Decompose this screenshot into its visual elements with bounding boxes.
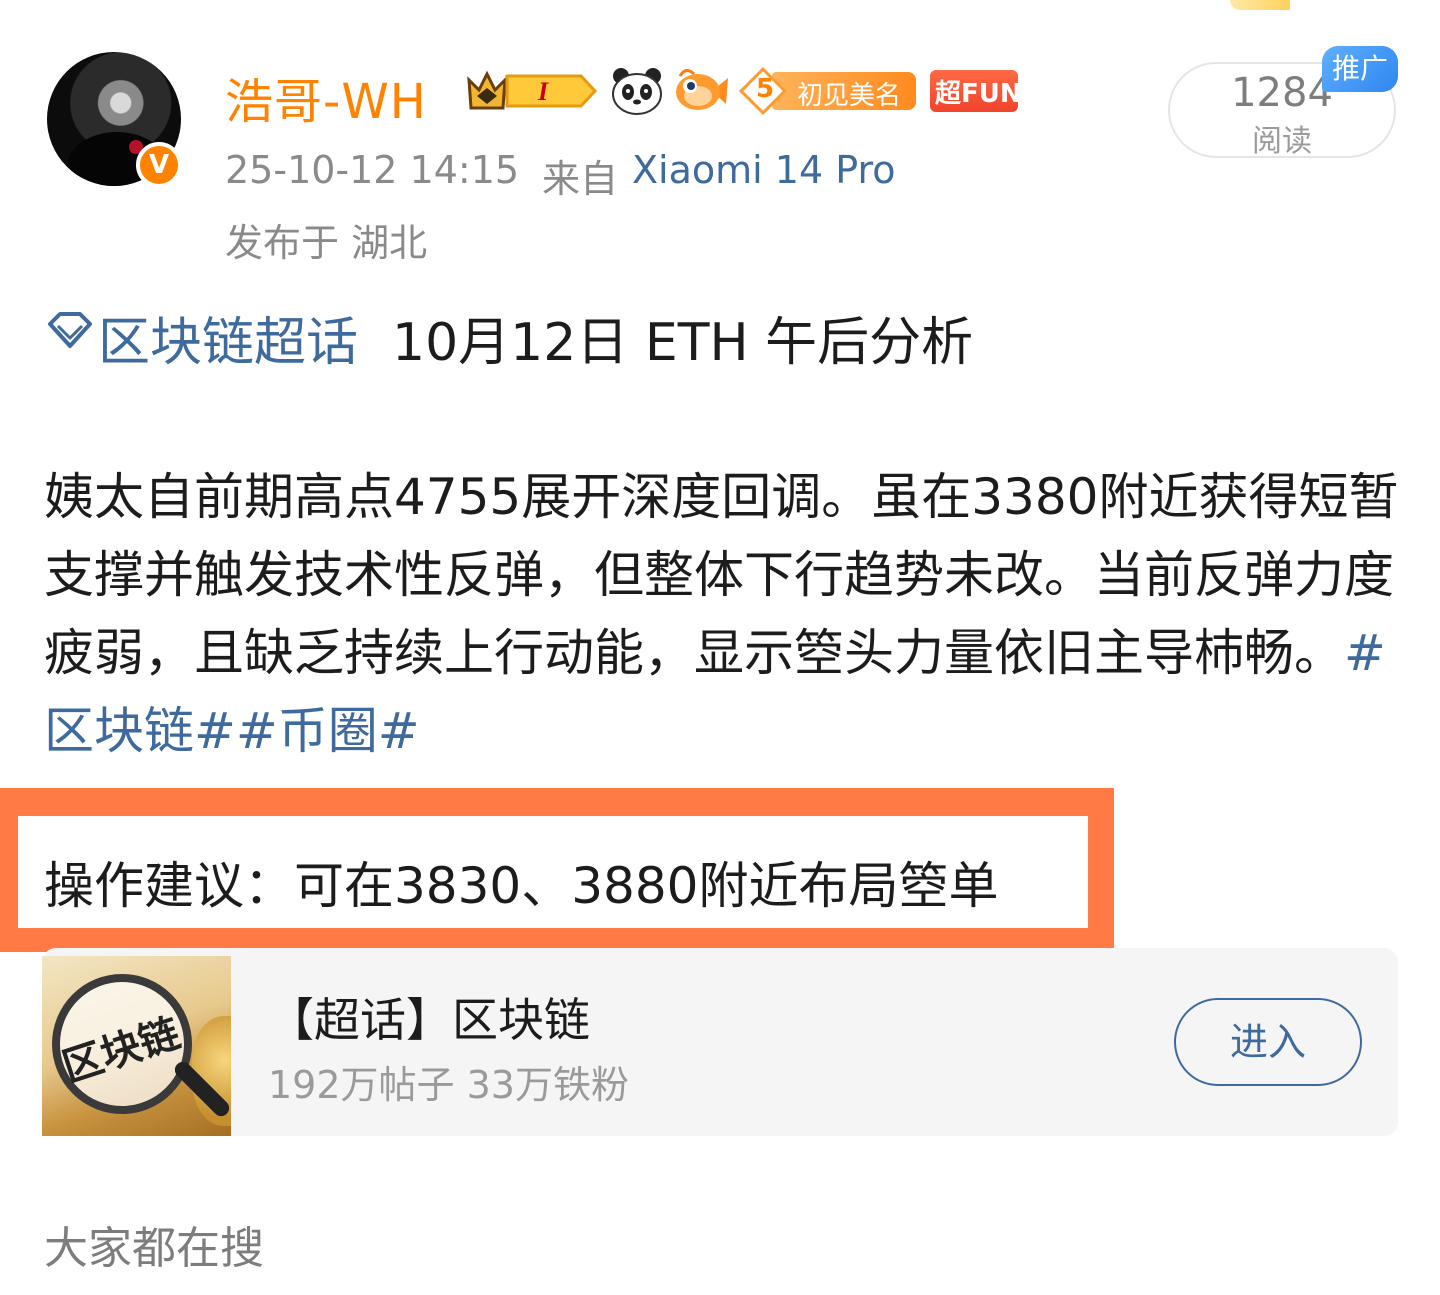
post-body-text: 姨太自前期高点4755展开深度回调。虽在3380附近获得短暂支撑并触发技术性反弹… xyxy=(44,468,1399,682)
chujian-level-number: 5 xyxy=(756,74,775,104)
chujian-label: 初见美名 xyxy=(797,81,902,111)
hashtag-crypto[interactable]: #币圈# xyxy=(236,702,420,760)
trading-advice: 操作建议：可在3830、3880附近布局箜单 xyxy=(44,857,999,915)
diamond-icon xyxy=(48,312,92,348)
post-body: 姨太自前期高点4755展开深度回调。虽在3380附近获得短暂支撑并触发技术性反弹… xyxy=(44,458,1404,770)
post-from-label: 来自 xyxy=(542,157,619,201)
crown-level-text: I xyxy=(537,77,549,106)
crown-level-badge[interactable]: I xyxy=(463,66,599,116)
post-device-link[interactable]: Xiaomi 14 Pro xyxy=(632,148,896,192)
post-time: 25-10-12 14:15 xyxy=(225,148,520,192)
post-location: 发布于 湖北 xyxy=(225,221,428,265)
fish-icon xyxy=(676,69,728,110)
superfun-label: 超FUN xyxy=(935,79,1022,109)
panda-icon xyxy=(612,68,662,115)
top-decoration xyxy=(1230,0,1290,10)
verified-icon: V xyxy=(136,142,182,188)
read-count-label: 阅读 xyxy=(1252,124,1312,159)
author-name[interactable]: 浩哥-WH xyxy=(225,62,427,132)
super-topic-thumbnail[interactable]: 区块链 xyxy=(42,956,231,1136)
post-title: 10月12日 ETH 午后分析 xyxy=(392,313,974,373)
promo-tag: 推广 xyxy=(1322,46,1398,92)
super-topic-title[interactable]: 【超话】区块链 xyxy=(268,984,590,1050)
super-topic-stats: 192万帖子 33万铁粉 xyxy=(268,1063,629,1107)
enter-button[interactable]: 进入 xyxy=(1174,998,1362,1086)
trending-search-title: 大家都在搜 xyxy=(44,1223,264,1274)
super-topic-link[interactable]: 区块链超话 xyxy=(98,300,358,375)
